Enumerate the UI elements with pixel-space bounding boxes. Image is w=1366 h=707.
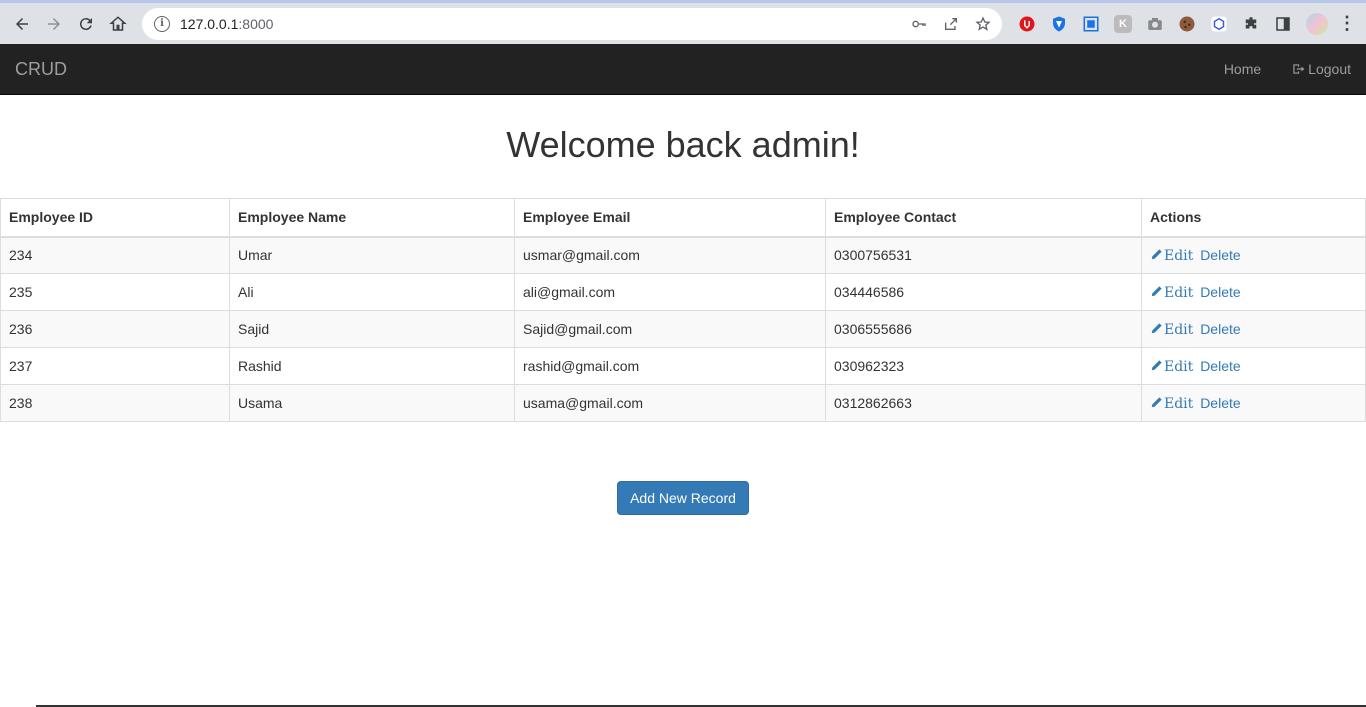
puzzle-icon[interactable] <box>1242 15 1260 33</box>
cell-employee-email: Sajid@gmail.com <box>514 310 826 348</box>
cell-employee-email: ali@gmail.com <box>514 273 826 311</box>
edit-link[interactable]: Edit <box>1150 284 1194 301</box>
key-icon[interactable] <box>910 15 928 33</box>
pencil-icon <box>1151 285 1162 296</box>
pencil-icon <box>1151 322 1162 333</box>
cell-employee-contact: 0300756531 <box>825 236 1142 274</box>
profile-avatar[interactable] <box>1306 12 1328 35</box>
address-bar[interactable]: i 127.0.0.1:8000 <box>142 7 1002 40</box>
header-employee-name: Employee Name <box>229 198 515 238</box>
forward-button[interactable] <box>38 8 70 40</box>
screenshot-extension-icon[interactable] <box>1082 15 1100 33</box>
cell-employee-id: 234 <box>0 236 230 274</box>
cell-employee-contact: 0312862663 <box>825 384 1142 422</box>
delete-link[interactable]: Delete <box>1200 247 1240 263</box>
header-employee-email: Employee Email <box>514 198 826 238</box>
side-panel-icon[interactable] <box>1274 15 1292 33</box>
cell-actions: Edit Delete <box>1141 273 1366 311</box>
cell-employee-name: Sajid <box>229 310 515 348</box>
delete-link[interactable]: Delete <box>1200 395 1240 411</box>
bookmark-star-icon[interactable] <box>974 15 992 33</box>
cell-employee-name: Umar <box>229 236 515 274</box>
reload-button[interactable] <box>70 8 102 40</box>
page-title: Welcome back admin! <box>506 124 860 165</box>
cell-actions: Edit Delete <box>1141 384 1366 422</box>
cookie-extension-icon[interactable] <box>1178 15 1196 33</box>
cell-employee-id: 237 <box>0 347 230 385</box>
home-button[interactable] <box>102 8 134 40</box>
reload-icon <box>79 17 92 30</box>
extension-icon[interactable]: K <box>1114 14 1132 33</box>
table-row: 238 Usama usama@gmail.com 0312862663 Edit De… <box>0 384 1366 422</box>
cell-employee-contact: 0306555686 <box>825 310 1142 348</box>
header-employee-id: Employee ID <box>0 198 230 238</box>
camera-extension-icon[interactable] <box>1146 15 1164 33</box>
cell-employee-id: 235 <box>0 273 230 311</box>
cell-employee-email: rashid@gmail.com <box>514 347 826 385</box>
cell-actions: Edit Delete <box>1141 236 1366 274</box>
employee-table: Employee ID Employee Name Employee Email… <box>0 198 1366 422</box>
edit-link[interactable]: Edit <box>1150 321 1194 338</box>
header-actions: Actions <box>1141 198 1366 238</box>
table-row: 236 Sajid Sajid@gmail.com 0306555686 Edit De… <box>0 310 1366 348</box>
nav-home-link[interactable]: Home <box>1224 61 1261 77</box>
header-employee-contact: Employee Contact <box>825 198 1142 238</box>
cell-employee-name: Rashid <box>229 347 515 385</box>
site-info-icon[interactable]: i <box>154 15 170 32</box>
cell-employee-name: Ali <box>229 273 515 311</box>
cell-employee-name: Usama <box>229 384 515 422</box>
nav-logout-link[interactable]: Logout <box>1291 61 1351 77</box>
add-new-record-button[interactable]: Add New Record <box>617 481 749 515</box>
delete-link[interactable]: Delete <box>1200 284 1240 300</box>
logout-icon <box>1293 64 1305 74</box>
browser-toolbar: i 127.0.0.1:8000 K ⋮ <box>0 0 1366 44</box>
cell-actions: Edit Delete <box>1141 310 1366 348</box>
arrow-right-icon <box>48 17 60 30</box>
url-text: 127.0.0.1:8000 <box>180 15 274 32</box>
delete-link[interactable]: Delete <box>1200 321 1240 337</box>
cell-employee-email: usmar@gmail.com <box>514 236 826 274</box>
shield-extension-icon[interactable] <box>1050 15 1068 33</box>
nav-logout-label: Logout <box>1308 61 1351 77</box>
edit-label: Edit <box>1164 247 1194 264</box>
pencil-icon <box>1151 249 1162 259</box>
more-menu-icon[interactable]: ⋮ <box>1338 13 1356 33</box>
edit-label: Edit <box>1164 358 1194 375</box>
table-row: 237 Rashid rashid@gmail.com 030962323 Edit D… <box>0 347 1366 385</box>
nav-home-label: Home <box>1223 61 1262 77</box>
edit-link[interactable]: Edit <box>1150 358 1194 375</box>
arrow-left-icon <box>16 17 28 30</box>
cell-employee-id: 238 <box>0 384 230 422</box>
cell-employee-id: 236 <box>0 310 230 348</box>
cube-extension-icon[interactable] <box>1210 15 1228 33</box>
edit-label: Edit <box>1164 395 1194 412</box>
cell-employee-contact: 030962323 <box>825 347 1142 385</box>
table-row: 234 Umar usmar@gmail.com 0300756531 Edit Del… <box>0 236 1366 274</box>
app-navbar: CRUD Home Logout <box>0 44 1366 95</box>
table-header-row: Employee ID Employee Name Employee Email… <box>0 198 1366 238</box>
pencil-icon <box>1151 359 1162 370</box>
edit-link[interactable]: Edit <box>1150 395 1194 412</box>
pencil-icon <box>1151 396 1162 407</box>
edit-label: Edit <box>1164 321 1194 338</box>
share-icon[interactable] <box>942 15 960 33</box>
adblock-icon[interactable] <box>1018 15 1036 33</box>
cell-employee-contact: 034446586 <box>825 273 1142 311</box>
back-button[interactable] <box>6 8 38 40</box>
cell-employee-email: usama@gmail.com <box>514 384 826 422</box>
table-row: 235 Ali ali@gmail.com 034446586 Edit Delete <box>0 273 1366 311</box>
delete-link[interactable]: Delete <box>1200 358 1240 374</box>
edit-label: Edit <box>1164 284 1194 301</box>
edit-link[interactable]: Edit <box>1150 247 1194 264</box>
cell-actions: Edit Delete <box>1141 347 1366 385</box>
home-icon <box>109 15 127 31</box>
brand-link[interactable]: CRUD <box>15 59 67 80</box>
